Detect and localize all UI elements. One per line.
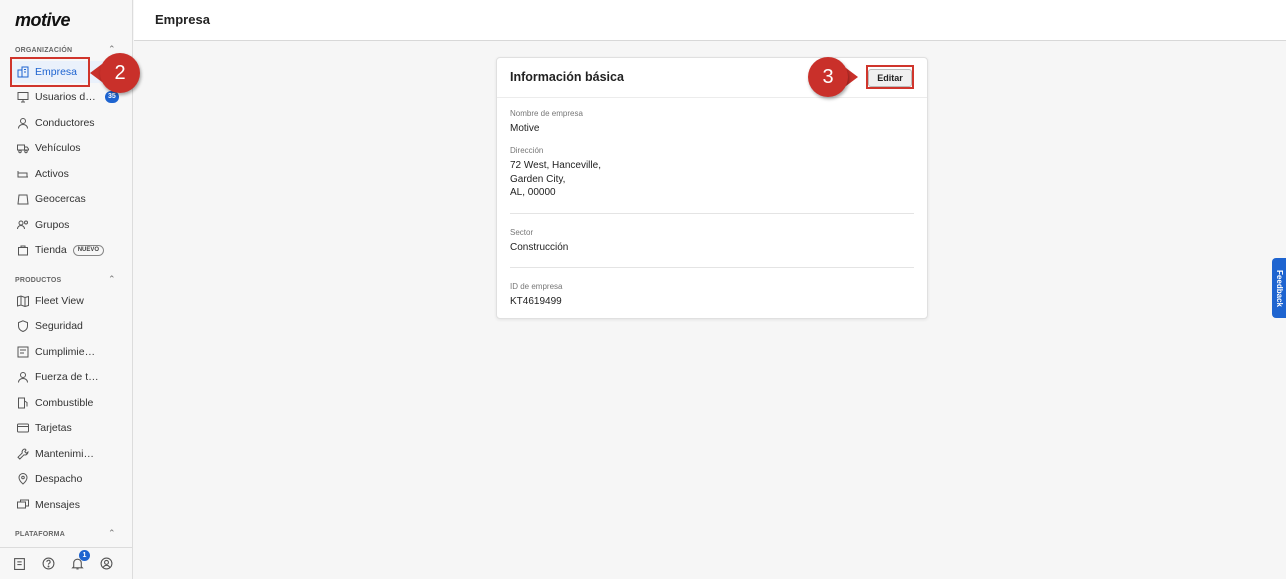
account-icon[interactable]	[99, 557, 113, 571]
truck-icon	[17, 142, 29, 154]
store-icon	[17, 244, 29, 256]
sidebar-item-label: Grupos	[35, 219, 70, 231]
trailer-icon	[17, 168, 29, 180]
sidebar-item-label: Conductores	[35, 117, 95, 129]
sidebar-item-label: Fleet View	[35, 295, 84, 307]
sidebar-item-label: Activos	[35, 168, 69, 180]
sidebar-item-mensajes[interactable]: Mensajes	[10, 494, 122, 516]
dispatch-icon	[17, 473, 29, 485]
sidebar-item-despacho[interactable]: Despacho	[10, 468, 122, 490]
feedback-tab[interactable]: Feedback	[1272, 258, 1286, 318]
new-badge: NUEVO	[72, 244, 105, 256]
geofence-icon	[17, 193, 29, 205]
company-name-value: Motive	[510, 123, 540, 134]
chevron-up-icon[interactable]: ⌃	[108, 528, 116, 539]
compliance-icon	[17, 346, 29, 358]
address-line-2: Garden City,	[510, 174, 566, 185]
divider	[510, 213, 914, 214]
sidebar-item-label: Mensajes	[35, 499, 80, 511]
section-label-plataforma: PLATAFORMA	[15, 531, 65, 538]
sidebar-item-fleet-view[interactable]: Fleet View	[10, 290, 122, 312]
sector-value: Construcción	[510, 242, 569, 253]
sector-label: Sector	[510, 228, 534, 237]
sidebar-footer: 1	[0, 547, 133, 579]
sidebar-item-combustible[interactable]: Combustible	[10, 392, 122, 414]
map-icon	[17, 295, 29, 307]
sidebar-item-label: Fuerza de trabajo	[35, 371, 99, 383]
fuel-icon	[17, 397, 29, 409]
callout-number: 3	[808, 57, 848, 97]
address-line-1: 72 West, Hanceville,	[510, 160, 601, 171]
callout-step-3: 3	[808, 57, 858, 97]
sidebar-item-vehiculos[interactable]: Vehículos	[10, 137, 122, 159]
message-icon	[17, 499, 29, 511]
chevron-up-icon[interactable]: ⌃	[108, 274, 116, 285]
company-id-label: ID de empresa	[510, 282, 563, 291]
bell-icon[interactable]: 1	[70, 549, 90, 571]
sidebar-item-geocercas[interactable]: Geocercas	[10, 188, 122, 210]
highlight-empresa	[10, 57, 90, 87]
motive-logo[interactable]: motive	[15, 10, 71, 31]
address-line-3: AL, 00000	[510, 187, 556, 198]
section-label-organizacion: ORGANIZACIÓN	[15, 47, 73, 54]
sidebar-item-label: Tienda	[35, 244, 67, 256]
sidebar-item-conductores[interactable]: Conductores	[10, 112, 122, 134]
worker-icon	[17, 371, 29, 383]
wrench-icon	[17, 448, 29, 460]
group-icon	[17, 219, 29, 231]
sidebar-item-label: Despacho	[35, 473, 83, 485]
sidebar-item-fuerza-de-trabajo[interactable]: Fuerza de trabajo	[10, 366, 122, 388]
company-id-value: KT4619499	[510, 296, 562, 307]
sidebar-item-label: Cumplimiento	[35, 346, 99, 358]
callout-number: 2	[100, 53, 140, 93]
card-header: Información básica Editar	[497, 58, 927, 98]
shield-icon	[17, 320, 29, 332]
sidebar-item-mantenimiento[interactable]: Mantenimiento	[10, 443, 122, 465]
monitor-icon	[17, 91, 29, 103]
company-name-label: Nombre de empresa	[510, 109, 583, 118]
callout-step-2: 2	[90, 53, 140, 93]
person-icon	[17, 117, 29, 129]
help-icon[interactable]	[41, 557, 55, 571]
sidebar-item-label: Seguridad	[35, 320, 83, 332]
sidebar-item-seguridad[interactable]: Seguridad	[10, 315, 122, 337]
highlight-edit-button	[866, 65, 914, 89]
sidebar-item-label: Tarjetas	[35, 422, 72, 434]
sidebar-item-label: Vehículos	[35, 142, 81, 154]
sidebar-item-label: Combustible	[35, 397, 94, 409]
sidebar-item-grupos[interactable]: Grupos	[10, 214, 122, 236]
sidebar-item-cumplimiento[interactable]: Cumplimiento	[10, 341, 122, 363]
feedback-label: Feedback	[1274, 269, 1284, 307]
divider	[510, 267, 914, 268]
page-title: Empresa	[155, 12, 210, 27]
card-icon	[17, 422, 29, 434]
card-title: Información básica	[510, 70, 624, 84]
address-label: Dirección	[510, 146, 544, 155]
sidebar-item-activos[interactable]: Activos	[10, 163, 122, 185]
section-label-productos: PRODUCTOS	[15, 277, 62, 284]
top-bar: Empresa	[134, 0, 1286, 41]
sidebar-item-label: Geocercas	[35, 193, 86, 205]
basic-info-card: Información básica Editar Nombre de empr…	[496, 57, 928, 319]
notification-count-badge: 1	[79, 549, 90, 561]
sidebar-item-label: Mantenimiento	[35, 448, 99, 460]
sidebar-item-tarjetas[interactable]: Tarjetas	[10, 417, 122, 439]
sidebar-item-tienda[interactable]: Tienda NUEVO	[10, 239, 122, 261]
clipboard-icon[interactable]	[12, 557, 26, 571]
